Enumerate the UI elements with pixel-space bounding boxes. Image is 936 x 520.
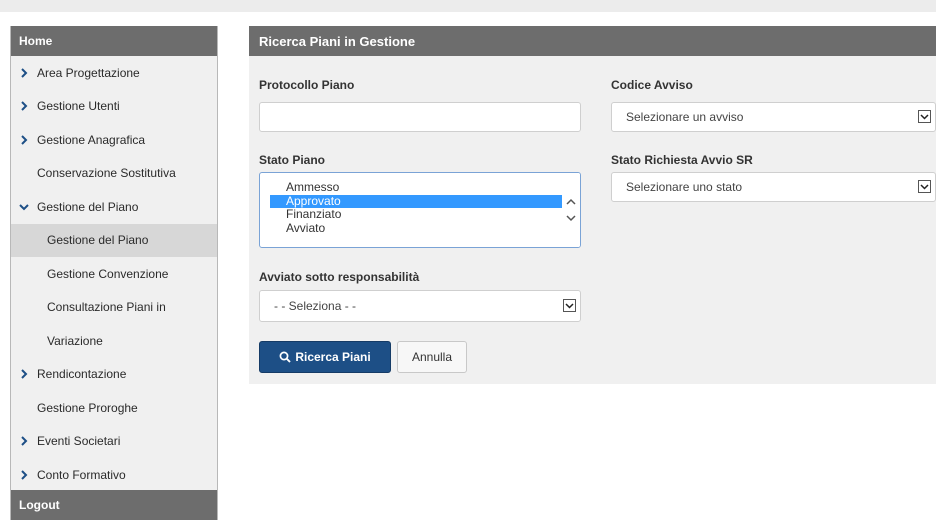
cancel-button[interactable]: Annulla [397,341,467,373]
avviato-label: Avviato sotto responsabilità [259,270,420,284]
chevron-right-icon [11,135,37,145]
stato-option[interactable]: Ammesso [260,180,580,195]
sidebar-logout[interactable]: Logout [11,490,217,520]
sidebar-item-label: Gestione Anagrafica [37,132,146,147]
search-icon [279,351,291,363]
sidebar-item[interactable]: Eventi Societari [11,425,217,459]
sidebar-items: Area Progettazione Gestione Utenti Gestion… [11,56,217,492]
sidebar-item[interactable]: Gestione Convenzione [11,257,217,291]
stato-piano-label: Stato Piano [259,153,326,167]
top-strip [0,0,936,12]
search-panel: Ricerca Piani in Gestione Protocollo Pia… [249,26,936,384]
codice-avviso-label: Codice Avviso [611,78,693,92]
sidebar-item-label: Gestione del Piano [47,233,149,248]
sidebar-item-label: Gestione Proroghe [37,400,138,415]
chevron-right-icon [11,68,37,78]
chevron-down-icon [918,110,931,123]
sidebar-item[interactable]: Gestione del Piano [11,190,217,224]
search-button-label: Ricerca Piani [295,350,371,364]
chevron-down-icon [918,180,931,193]
sidebar-item-label: Conservazione Sostitutiva [37,166,176,181]
sidebar-home-label: Home [19,34,53,48]
stato-sr-label: Stato Richiesta Avvio SR [611,153,753,167]
codice-avviso-value: Selezionare un avviso [626,110,744,124]
sidebar-item[interactable]: Consultazione Piani in [11,291,217,325]
chevron-up-icon[interactable] [566,198,576,205]
panel-header: Ricerca Piani in Gestione [249,26,936,56]
sidebar-item[interactable]: Gestione del Piano [11,223,217,257]
panel-title: Ricerca Piani in Gestione [259,33,416,49]
sidebar-item-label: Conto Formativo [37,467,126,482]
chevron-down-icon[interactable] [566,215,576,222]
chevron-right-icon [11,436,37,446]
stato-option[interactable]: Finanziato [260,207,580,222]
sidebar-item-label: Variazione [47,333,103,348]
sidebar-item[interactable]: Variazione [11,324,217,358]
sidebar-item[interactable]: Gestione Utenti [11,90,217,124]
sidebar-item[interactable]: Area Progettazione [11,56,217,90]
sidebar-item-label: Area Progettazione [37,65,140,80]
stato-sr-select[interactable]: Selezionare uno stato [611,172,936,202]
avviato-select[interactable]: - - Seleziona - - [259,290,581,322]
sidebar-item-label: Gestione Convenzione [47,266,169,281]
chevron-right-icon [11,369,37,379]
chevron-right-icon [11,470,37,480]
sidebar-home[interactable]: Home [11,26,217,56]
avviato-value: - - Seleziona - - [274,299,357,313]
codice-avviso-select[interactable]: Selezionare un avviso [611,102,936,132]
stato-sr-value: Selezionare uno stato [626,180,743,194]
listbox-scrollbar[interactable] [562,173,580,247]
sidebar-item-label: Rendicontazione [37,367,127,382]
chevron-right-icon [11,101,37,111]
protocollo-label: Protocollo Piano [259,78,355,92]
sidebar-item-label: Gestione Utenti [37,99,120,114]
sidebar-logout-label: Logout [19,498,60,512]
sidebar-item-label: Eventi Societari [37,434,121,449]
sidebar-item-label: Gestione del Piano [37,199,139,214]
chevron-down-icon [11,203,37,211]
stato-option[interactable]: Avviato [260,221,580,236]
sidebar-item[interactable]: Rendicontazione [11,358,217,392]
sidebar-item[interactable]: Gestione Anagrafica [11,123,217,157]
chevron-down-icon [563,299,576,312]
sidebar: Home Area Progettazione Gestione Utenti Ge… [10,26,218,520]
sidebar-item[interactable]: Conservazione Sostitutiva [11,157,217,191]
sidebar-item[interactable]: Conto Formativo [11,458,217,492]
stato-piano-listbox[interactable]: Ammesso Approvato Finanziato Avviato [259,172,581,248]
search-button[interactable]: Ricerca Piani [259,341,391,373]
stato-option[interactable]: Approvato [270,194,562,208]
cancel-button-label: Annulla [411,350,453,364]
sidebar-item[interactable]: Gestione Proroghe [11,391,217,425]
protocollo-input[interactable] [259,102,581,132]
sidebar-item-label: Consultazione Piani in [47,300,166,315]
stato-options: Ammesso Approvato Finanziato Avviato [260,173,580,235]
